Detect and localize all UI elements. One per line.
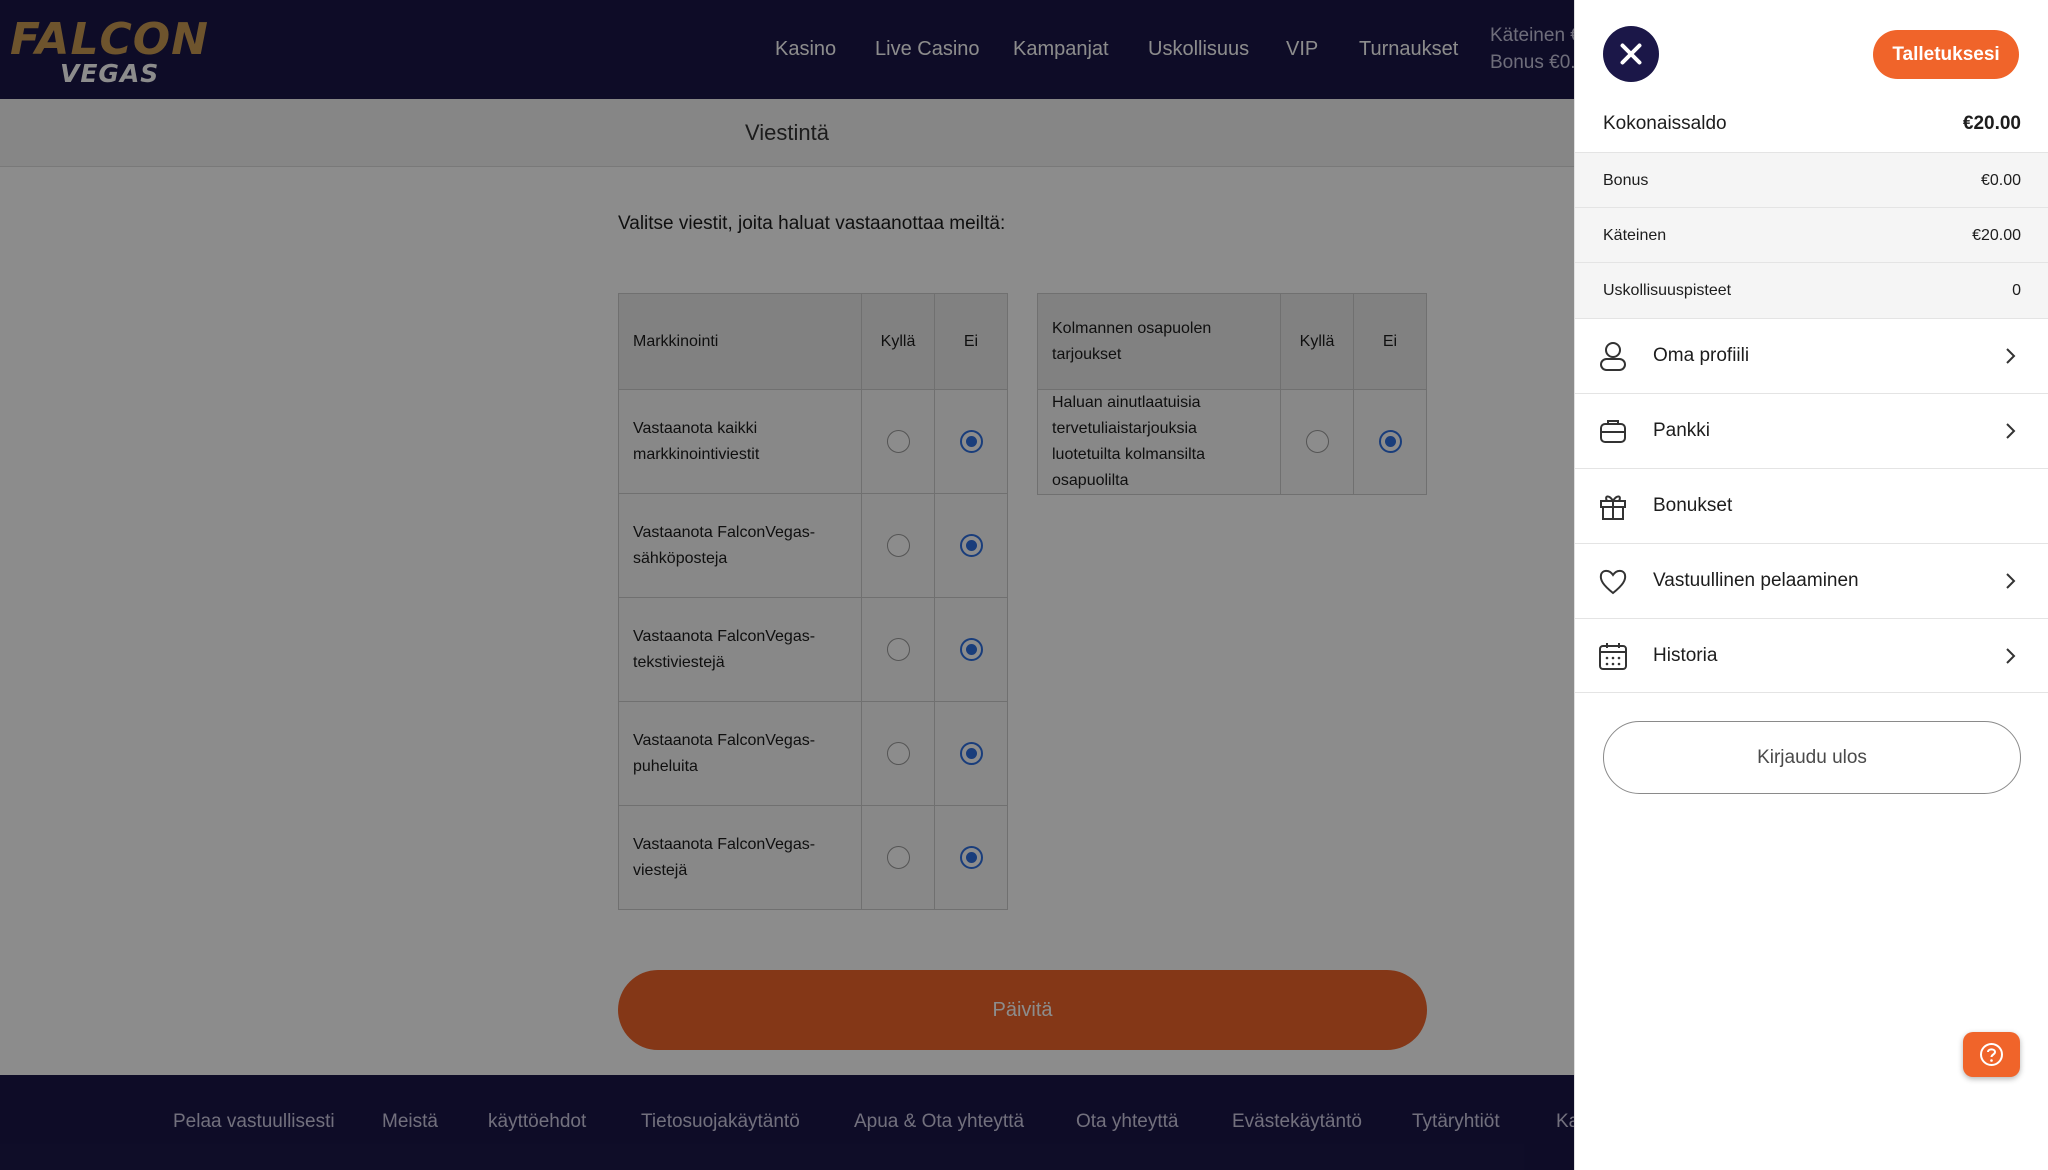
account-side-panel: Talletuksesi Kokonaissaldo €20.00 Bonus … — [1574, 0, 2048, 1170]
balance-row-bonus: Bonus €0.00 — [1575, 152, 2048, 208]
balance-value: 0 — [2012, 281, 2021, 299]
menu-item-bank[interactable]: Pankki — [1575, 393, 2048, 468]
chevron-right-icon — [2006, 423, 2016, 439]
wallet-icon — [1600, 420, 1626, 443]
calendar-icon — [1599, 643, 1627, 670]
balance-label: Bonus — [1603, 171, 1649, 189]
menu-item-label: Bonukset — [1653, 495, 1733, 516]
help-icon — [1980, 1043, 2003, 1066]
deposit-button[interactable]: Talletuksesi — [1873, 30, 2019, 79]
total-balance-value: €20.00 — [1962, 113, 2021, 134]
menu-item-label: Historia — [1653, 644, 1718, 666]
close-icon[interactable] — [1603, 26, 1659, 82]
heart-icon — [1599, 569, 1627, 595]
menu-item-profile[interactable]: Oma profiili — [1575, 318, 2048, 393]
total-balance-label: Kokonaissaldo — [1603, 113, 1727, 134]
help-button[interactable] — [1963, 1032, 2020, 1077]
menu-item-label: Pankki — [1653, 420, 1711, 441]
total-balance-row: Kokonaissaldo €20.00 — [1575, 96, 2048, 152]
user-icon — [1600, 342, 1626, 371]
gift-icon — [1600, 495, 1626, 520]
menu-item-label: Oma profiili — [1653, 345, 1750, 366]
menu-item-responsible-gaming[interactable]: Vastuullinen pelaaminen — [1575, 543, 2048, 618]
balance-value: €0.00 — [1980, 171, 2021, 189]
balance-value: €20.00 — [1972, 226, 2021, 244]
modal-backdrop[interactable] — [0, 0, 1574, 1170]
chevron-right-icon — [2006, 348, 2016, 364]
balance-row-cash: Käteinen €20.00 — [1575, 207, 2048, 263]
logout-button[interactable]: Kirjaudu ulos — [1603, 721, 2021, 794]
chevron-right-icon — [2006, 573, 2016, 589]
menu-item-history[interactable]: Historia — [1575, 618, 2048, 693]
chevron-right-icon — [2006, 648, 2016, 664]
menu-item-label: Vastuullinen pelaaminen — [1653, 570, 1859, 591]
balance-label: Käteinen — [1603, 226, 1667, 244]
menu-item-bonuses[interactable]: Bonukset — [1575, 468, 2048, 543]
balance-label: Uskollisuuspisteet — [1603, 281, 1732, 299]
balance-row-loyalty: Uskollisuuspisteet 0 — [1575, 262, 2048, 318]
